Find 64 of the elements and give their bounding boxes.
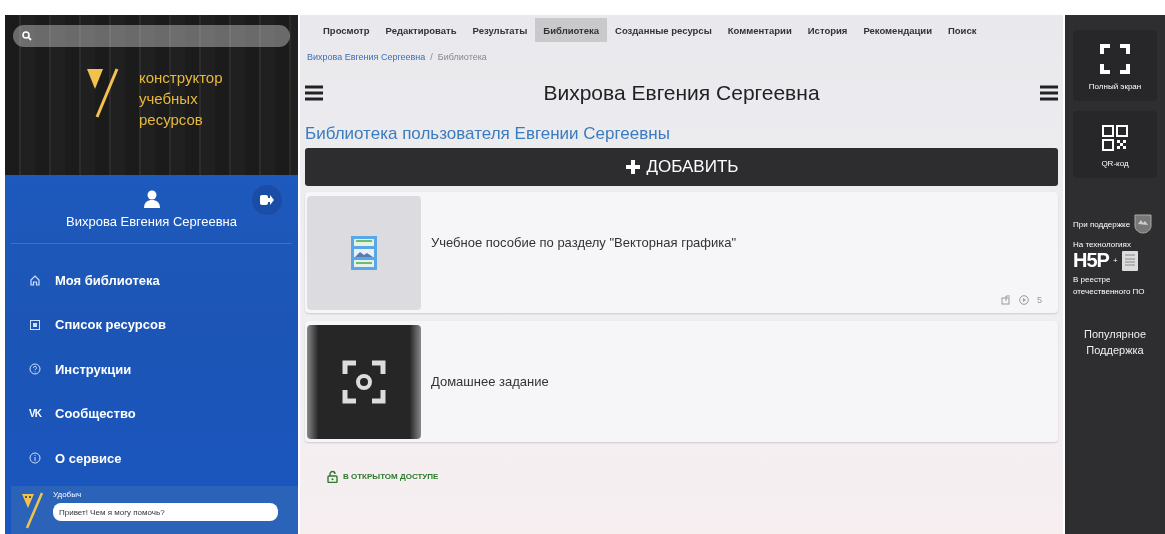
view-count: 5 xyxy=(1037,295,1042,305)
play-icon xyxy=(1019,295,1029,305)
community-icon: VK xyxy=(29,408,41,420)
tech-label: На технологиях xyxy=(1073,240,1132,249)
resource-title: Учебное пособие по разделу "Векторная графика" xyxy=(431,235,737,250)
qr-code-button[interactable]: QR-код xyxy=(1073,111,1157,178)
tab[interactable]: Рекомендации xyxy=(855,18,940,42)
user-name: Вихрова Евгения Сергеевна xyxy=(66,213,237,229)
registry-label: В реестре отечественного ПО xyxy=(1073,274,1146,298)
h5p-logo: H5P xyxy=(1073,249,1109,272)
mascot-icon xyxy=(21,490,45,530)
section-title: Библиотека пользователя Евгении Сергеевны xyxy=(305,124,671,144)
bot-name: Удобыч xyxy=(53,490,83,499)
resource-title: Домашнее задание xyxy=(431,374,549,389)
logo-text: учебных xyxy=(139,89,199,109)
fullscreen-icon xyxy=(1100,44,1130,74)
chat-input[interactable]: Привет! Чем я могу помочь? xyxy=(53,503,278,521)
list-icon xyxy=(29,318,41,331)
support-label: При поддержке xyxy=(1073,219,1131,229)
menu-item[interactable]: Инструкции xyxy=(29,347,298,392)
page-title: Вихрова Евгения Сергеевна xyxy=(543,81,820,105)
tab[interactable]: Редактировать xyxy=(377,18,465,42)
tab[interactable]: Результаты xyxy=(464,18,536,42)
document-icon xyxy=(351,235,377,270)
menu-item[interactable]: Список ресурсов xyxy=(29,302,298,347)
book-icon xyxy=(1121,250,1138,271)
resource-card[interactable]: Домашнее задание xyxy=(305,321,1058,442)
menu-icon[interactable] xyxy=(1040,85,1058,101)
plus-sign: + xyxy=(1112,256,1118,265)
add-button[interactable]: ДОБАВИТЬ xyxy=(305,148,1058,186)
camera-icon xyxy=(342,359,386,404)
footer-link[interactable]: Поддержка xyxy=(1086,344,1144,356)
logo-text: ресурсов xyxy=(139,110,204,130)
logo-text: конструктор xyxy=(139,68,223,88)
qr-code-icon xyxy=(1102,125,1128,151)
access-label: В ОТКРЫТОМ ДОСТУПЕ xyxy=(343,472,439,481)
breadcrumb-separator: / xyxy=(430,52,433,62)
breadcrumb-current: Библиотека xyxy=(437,52,487,62)
resource-card[interactable]: Учебное пособие по разделу "Векторная графика" 5 xyxy=(305,192,1058,313)
tab[interactable]: Созданные ресурсы xyxy=(607,18,720,42)
logout-button[interactable] xyxy=(252,185,282,215)
tab[interactable]: История xyxy=(799,18,856,42)
tab[interactable]: Просмотр xyxy=(315,18,378,42)
search-field[interactable] xyxy=(13,25,290,47)
share-icon xyxy=(1001,295,1011,305)
search-icon xyxy=(22,31,32,41)
menu-item[interactable]: VK Сообщество xyxy=(29,391,298,436)
info-icon xyxy=(29,452,41,465)
help-icon xyxy=(29,363,41,376)
menu-item[interactable]: Моя библиотека xyxy=(29,258,298,303)
plus-icon xyxy=(624,159,641,175)
footer-link[interactable]: Популярное xyxy=(1083,328,1146,340)
tab[interactable]: Поиск xyxy=(940,18,985,42)
tab[interactable]: Комментарии xyxy=(719,18,800,42)
fullscreen-button[interactable]: Полный экран xyxy=(1073,30,1157,101)
home-icon xyxy=(29,274,41,287)
menu-icon[interactable] xyxy=(305,85,323,101)
tab[interactable]: Библиотека xyxy=(535,18,608,42)
user-icon xyxy=(142,189,161,208)
menu-item[interactable]: О сервисе xyxy=(29,436,298,481)
breadcrumb-link[interactable]: Вихрова Евгения Сергеевна xyxy=(307,52,426,62)
emblem-icon xyxy=(1134,214,1153,234)
lock-icon xyxy=(327,470,338,483)
logout-icon xyxy=(260,194,274,206)
